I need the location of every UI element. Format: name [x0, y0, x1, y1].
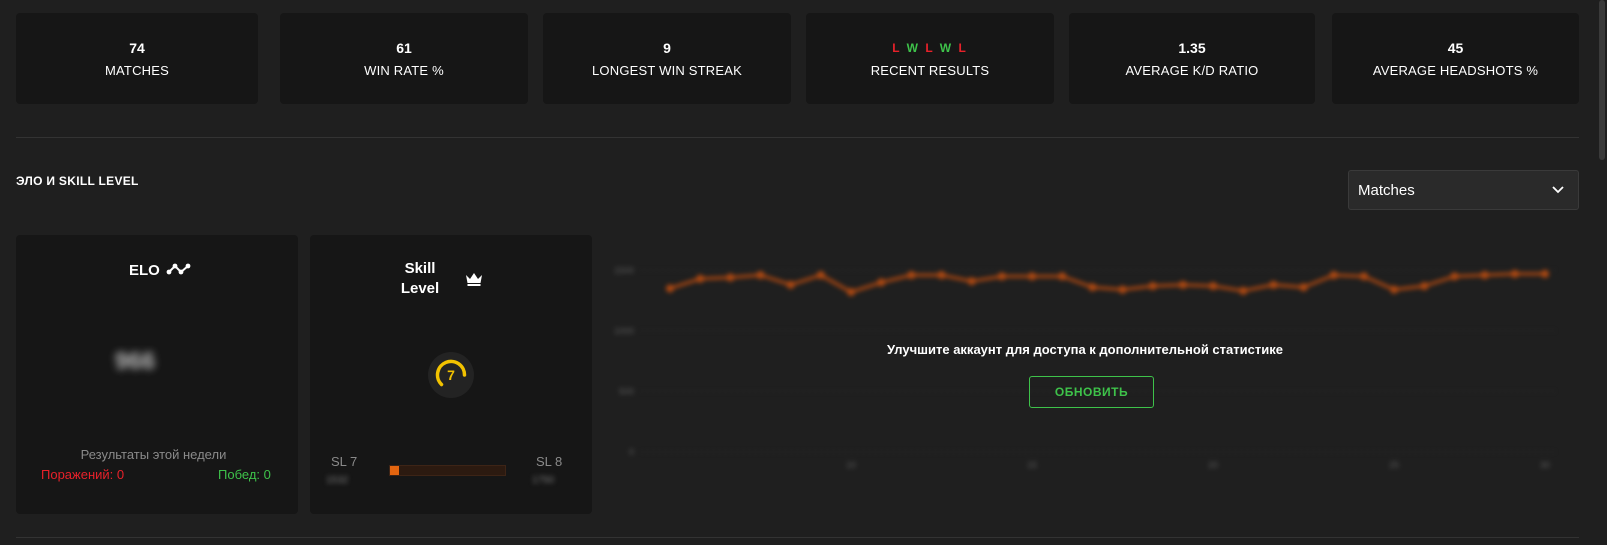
stat-card-win-rate: 61 WIN RATE % [280, 13, 528, 104]
elo-data-point [1390, 285, 1399, 294]
win-rate-label: WIN RATE % [364, 63, 444, 78]
elo-series-line [669, 272, 1545, 294]
chart-x-tick-label: 10 [846, 460, 856, 470]
crown-icon [466, 273, 482, 286]
longest-streak-value: 9 [663, 40, 671, 56]
elo-title-text: ELO [129, 262, 160, 279]
skill-progress-fill [390, 466, 400, 475]
skill-title-line2: Level [400, 280, 440, 297]
elo-data-point [907, 271, 916, 280]
recent-results-label: RECENT RESULTS [870, 63, 990, 78]
divider [16, 537, 1579, 538]
current-level-elo: 1532 [326, 475, 349, 486]
skill-progress-bar [389, 465, 506, 476]
elo-data-point [726, 273, 735, 282]
chart-x-tick-label: 30 [1540, 460, 1550, 470]
kd-ratio-value: 1.35 [1178, 40, 1206, 56]
next-level-label: SL 8 [536, 454, 563, 469]
skill-level-title: Skill Level [396, 259, 444, 299]
stat-card-recent-results: L W L W L RECENT RESULTS [806, 13, 1054, 104]
chevron-down-icon [1552, 186, 1564, 194]
elo-data-point [786, 280, 795, 289]
week-losses: Поражений: 0 [41, 467, 125, 482]
recent-result: L [958, 41, 968, 55]
chart-y-tick-label: 1500 [614, 265, 634, 275]
elo-history-chart: 1500 1000 500 0 10 15 20 25 30 [614, 265, 1555, 470]
elo-data-point [1299, 283, 1308, 292]
upgrade-message: Улучшите аккаунт для доступа к дополните… [887, 342, 1283, 357]
elo-data-point [696, 274, 705, 283]
chart-metric-select[interactable]: Matches [1348, 170, 1579, 210]
elo-data-point [1118, 285, 1127, 294]
headshots-value: 45 [1447, 40, 1464, 56]
elo-data-point [967, 277, 976, 286]
select-value: Matches [1358, 181, 1415, 199]
elo-data-point [1148, 282, 1157, 291]
headshots-label: AVERAGE HEADSHOTS % [1372, 63, 1539, 78]
divider [16, 137, 1579, 138]
elo-data-point [997, 272, 1006, 281]
stat-card-headshots: 45 AVERAGE HEADSHOTS % [1332, 13, 1579, 104]
skill-level-gauge-icon: 7 [428, 352, 474, 398]
skill-level-number: 7 [447, 367, 455, 383]
recent-result: L [892, 41, 902, 55]
elo-data-point [1541, 269, 1549, 278]
elo-trend-icon [166, 263, 191, 275]
chart-x-tick-label: 25 [1389, 460, 1399, 470]
elo-data-point [1058, 272, 1067, 281]
chart-y-tick-label: 1000 [614, 326, 634, 336]
elo-data-point [847, 288, 856, 297]
stat-card-matches: 74 MATCHES [16, 13, 258, 104]
elo-data-point [1088, 283, 1097, 292]
recent-result: W [906, 41, 920, 55]
current-level-label: SL 7 [331, 454, 358, 469]
recent-result: W [939, 41, 954, 55]
week-results-title: Результаты этой недели [80, 447, 227, 462]
elo-data-point [1480, 271, 1489, 280]
upgrade-button[interactable]: ОБНОВИТЬ [1029, 376, 1154, 408]
chart-y-tick-label: 500 [619, 386, 634, 396]
stat-card-kd-ratio: 1.35 AVERAGE K/D RATIO [1069, 13, 1315, 104]
elo-data-point [937, 271, 946, 280]
elo-data-point [1359, 272, 1368, 281]
elo-data-point [1269, 280, 1278, 289]
win-rate-value: 61 [396, 40, 412, 56]
next-level-elo: 1750 [532, 475, 555, 486]
chart-x-tick-label: 20 [1208, 460, 1218, 470]
page-scrollbar[interactable] [1597, 0, 1607, 545]
elo-data-point [1178, 280, 1187, 289]
elo-data-point [1209, 282, 1218, 291]
chart-x-tick-label: 15 [1027, 460, 1037, 470]
chart-y-tick-label: 0 [629, 447, 634, 457]
stat-card-longest-streak: 9 LONGEST WIN STREAK [543, 13, 791, 104]
elo-data-point [1329, 271, 1338, 280]
elo-title: ELO [129, 261, 192, 281]
week-wins: Побед: 0 [218, 467, 271, 482]
scrollbar-thumb[interactable] [1599, 0, 1605, 160]
longest-streak-label: LONGEST WIN STREAK [592, 63, 742, 78]
elo-data-point [1420, 282, 1429, 291]
matches-value: 74 [129, 40, 145, 56]
elo-data-point [877, 278, 886, 287]
kd-ratio-label: AVERAGE K/D RATIO [1125, 63, 1259, 78]
elo-data-point [1028, 272, 1037, 281]
player-stats-page: 74 MATCHES 61 WIN RATE % 9 LONGEST WIN S… [0, 0, 1607, 545]
elo-data-point [1239, 286, 1248, 295]
elo-data-point [666, 284, 674, 293]
elo-data-point [816, 271, 825, 280]
elo-data-point [756, 271, 765, 280]
elo-data-point [1510, 269, 1519, 278]
recent-result: L [925, 41, 935, 55]
elo-data-point [1450, 272, 1459, 281]
skill-title-line1: Skill [404, 260, 436, 277]
matches-label: MATCHES [105, 63, 169, 78]
recent-results-list: L W L W L [892, 39, 968, 57]
elo-value: 966 [115, 348, 156, 375]
section-title: ЭЛО И SKILL LEVEL [16, 174, 139, 188]
